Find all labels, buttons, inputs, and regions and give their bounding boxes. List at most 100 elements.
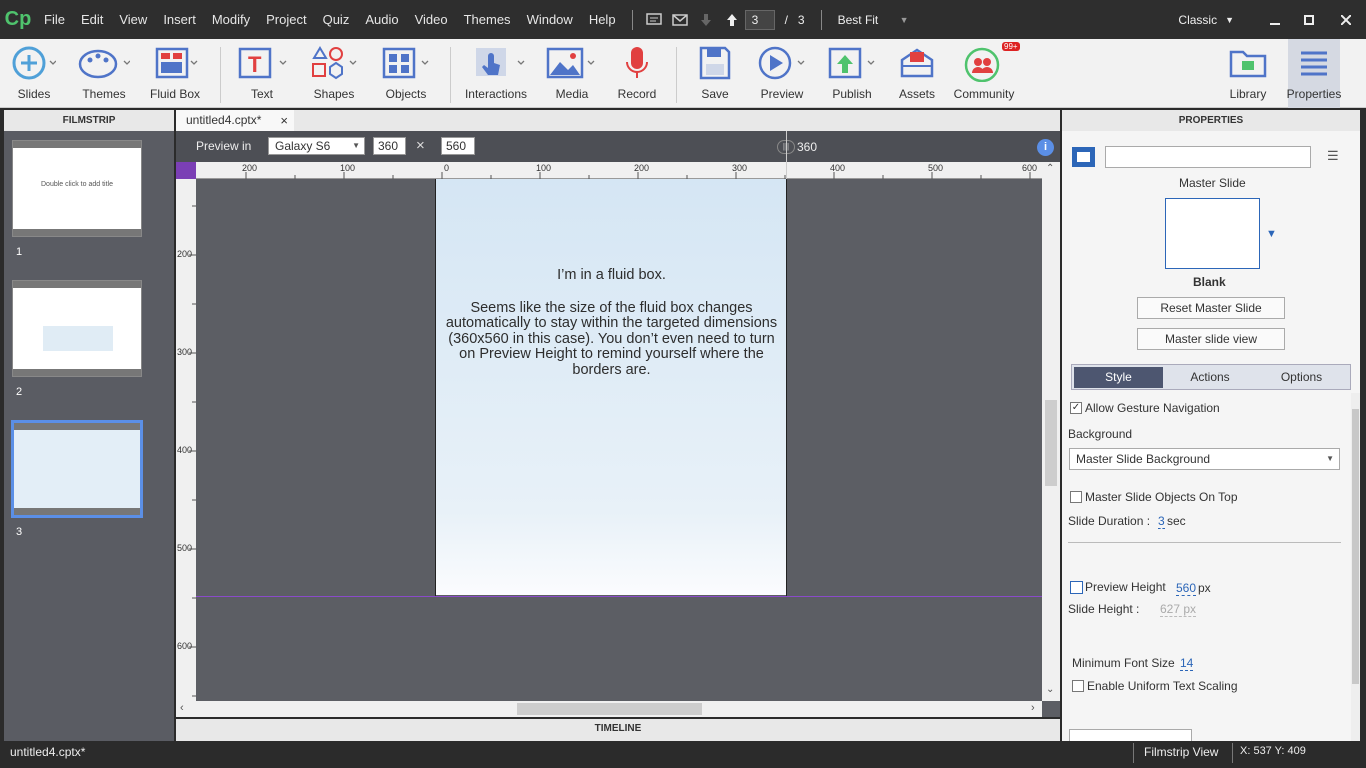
media-button[interactable]: Media xyxy=(546,39,598,108)
timeline-header[interactable]: TIMELINE xyxy=(176,719,1060,741)
scrollbar-thumb[interactable] xyxy=(517,703,702,715)
library-button[interactable]: Library xyxy=(1222,39,1274,108)
ruler-label: 300 xyxy=(732,163,748,173)
menu-modify[interactable]: Modify xyxy=(204,0,258,39)
close-icon[interactable] xyxy=(1326,7,1366,33)
scroll-up-icon[interactable]: ⌃ xyxy=(1046,163,1054,174)
menu-audio[interactable]: Audio xyxy=(357,0,406,39)
slide-thumbnail-selected[interactable] xyxy=(11,420,143,518)
maximize-icon[interactable] xyxy=(1292,7,1326,33)
interactions-button[interactable]: Interactions xyxy=(462,39,530,108)
device-select[interactable]: Galaxy S6 ▼ xyxy=(268,137,365,155)
arrow-up-icon[interactable] xyxy=(719,7,745,33)
menu-themes[interactable]: Themes xyxy=(456,0,519,39)
shapes-button[interactable]: Shapes xyxy=(308,39,360,108)
info-icon[interactable]: i xyxy=(1037,139,1054,156)
properties-button[interactable]: Properties xyxy=(1287,39,1341,108)
preview-button[interactable]: Preview xyxy=(756,39,808,108)
objects-button[interactable]: Objects xyxy=(380,39,432,108)
ruler-label: 200 xyxy=(177,249,193,259)
min-font-size-value[interactable]: 14 xyxy=(1180,656,1194,671)
chevron-down-icon[interactable]: ▼ xyxy=(1225,15,1234,25)
menu-file[interactable]: File xyxy=(36,0,73,39)
master-objects-on-top-checkbox[interactable] xyxy=(1070,491,1082,503)
slide-duration-value[interactable]: 3 xyxy=(1158,514,1165,529)
preview-width-input[interactable]: 360 xyxy=(373,137,406,155)
status-view-mode[interactable]: Filmstrip View xyxy=(1144,745,1218,759)
partial-input[interactable] xyxy=(1069,729,1192,741)
document-tab[interactable]: untitled4.cptx* × xyxy=(176,110,294,131)
slide-thumbnail[interactable]: Double click to add title xyxy=(12,140,142,237)
slide-name-input[interactable] xyxy=(1105,146,1311,168)
tab-style[interactable]: Style xyxy=(1074,367,1163,388)
slide-height-value: 627 px xyxy=(1160,602,1197,617)
fluid-box-label: Fluid Box xyxy=(149,87,201,101)
community-button[interactable]: 99+ Community xyxy=(952,39,1020,108)
ruler-label: 100 xyxy=(536,163,552,173)
slide-number: 2 xyxy=(16,386,23,398)
slide-fluid-box[interactable] xyxy=(436,179,786,595)
menu-project[interactable]: Project xyxy=(258,0,314,39)
scroll-right-icon[interactable]: › xyxy=(1031,702,1035,714)
device-select-value: Galaxy S6 xyxy=(275,139,331,153)
preview-height-value[interactable]: 560 xyxy=(1176,581,1197,596)
slide-border xyxy=(435,179,436,596)
preview-label: Preview xyxy=(760,87,804,101)
scroll-left-icon[interactable]: ‹ xyxy=(180,702,184,714)
scrollbar-thumb[interactable] xyxy=(1045,400,1057,486)
save-button[interactable]: Save xyxy=(692,39,738,108)
panel-menu-icon[interactable]: ☰ xyxy=(1327,148,1339,164)
ruler-label: 200 xyxy=(242,163,258,173)
zoom-select[interactable]: Best Fit xyxy=(838,13,900,27)
menu-window[interactable]: Window xyxy=(519,0,581,39)
slide-thumbnail[interactable] xyxy=(12,280,142,377)
assets-label: Assets xyxy=(898,87,935,101)
chevron-down-icon[interactable]: ▼ xyxy=(900,15,909,25)
link-dimensions-icon[interactable]: × xyxy=(416,137,425,154)
chevron-down-icon[interactable]: ▼ xyxy=(1266,228,1277,240)
record-button[interactable]: Record xyxy=(614,39,660,108)
assets-button[interactable]: Assets xyxy=(894,39,940,108)
publish-button[interactable]: Publish xyxy=(826,39,878,108)
fluid-box-button[interactable]: Fluid Box xyxy=(148,39,202,108)
background-select-value: Master Slide Background xyxy=(1076,452,1211,466)
vertical-scrollbar[interactable]: ⌃ ⌄ xyxy=(1042,162,1060,701)
arrow-down-icon[interactable] xyxy=(693,7,719,33)
reset-master-slide-button[interactable]: Reset Master Slide xyxy=(1137,297,1285,319)
menu-quiz[interactable]: Quiz xyxy=(315,0,358,39)
comment-icon[interactable] xyxy=(641,7,667,33)
mail-icon[interactable] xyxy=(667,7,693,33)
preview-height-checkbox[interactable] xyxy=(1070,581,1083,594)
menu-help[interactable]: Help xyxy=(581,0,624,39)
captivate-logo: Cp xyxy=(4,8,32,30)
current-page-input[interactable]: 3 xyxy=(744,9,775,30)
allow-gesture-label: Allow Gesture Navigation xyxy=(1085,401,1220,415)
master-slide-view-button[interactable]: Master slide view xyxy=(1137,328,1285,350)
preview-height-input[interactable]: 560 xyxy=(441,137,475,155)
menu-video[interactable]: Video xyxy=(407,0,456,39)
menu-view[interactable]: View xyxy=(111,0,155,39)
close-tab-icon[interactable]: × xyxy=(280,110,288,131)
publish-label: Publish xyxy=(832,87,872,101)
slide-height-label: Slide Height : xyxy=(1068,602,1140,616)
objects-label: Objects xyxy=(385,87,427,101)
uniform-text-scaling-checkbox[interactable] xyxy=(1072,680,1084,692)
slides-button[interactable]: Slides xyxy=(8,39,60,108)
scroll-down-icon[interactable]: ⌄ xyxy=(1046,684,1054,695)
allow-gesture-checkbox[interactable]: ✓ xyxy=(1070,402,1082,414)
minimize-icon[interactable] xyxy=(1258,7,1292,33)
slide-duration-label: Slide Duration : xyxy=(1068,514,1151,528)
text-button[interactable]: T Text xyxy=(236,39,288,108)
workspace-select[interactable]: Classic xyxy=(1178,13,1217,27)
menu-insert[interactable]: Insert xyxy=(155,0,204,39)
tab-actions[interactable]: Actions xyxy=(1166,367,1254,388)
master-slide-thumbnail[interactable] xyxy=(1165,198,1260,269)
tab-options[interactable]: Options xyxy=(1257,367,1346,388)
menu-edit[interactable]: Edit xyxy=(73,0,111,39)
horizontal-scrollbar[interactable]: ‹ › xyxy=(176,701,1042,717)
scrollbar-thumb[interactable] xyxy=(1352,409,1359,684)
background-select[interactable]: Master Slide Background ▼ xyxy=(1069,448,1340,470)
slide-text-caption[interactable]: I’m in a fluid box. Seems like the size … xyxy=(439,267,784,378)
themes-button[interactable]: Themes xyxy=(78,39,130,108)
properties-scrollbar[interactable] xyxy=(1351,393,1360,741)
